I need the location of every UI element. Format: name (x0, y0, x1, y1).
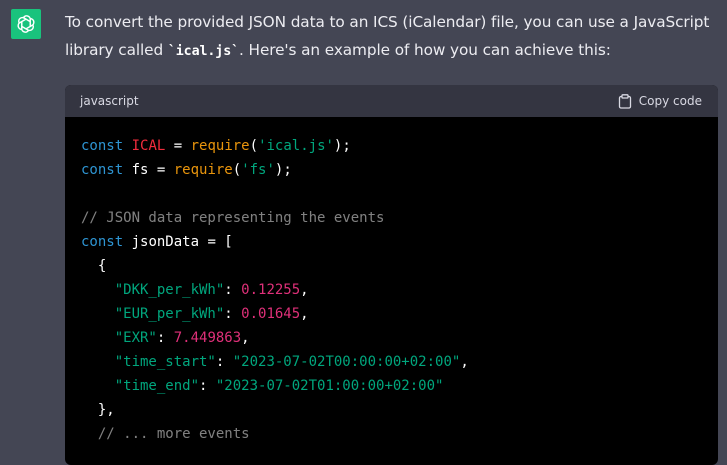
code-token: ICAL (131, 138, 166, 154)
code-token: }, (81, 402, 115, 418)
copy-code-label: Copy code (638, 94, 702, 108)
code-line: { (81, 254, 702, 278)
code-language-label: javascript (80, 94, 139, 108)
code-line: "EXR": 7.449863, (81, 326, 702, 350)
code-line: const fs = require('fs'); (81, 158, 702, 182)
code-line: "time_start": "2023-07-02T00:00:00+02:00… (81, 350, 702, 374)
code-line: const ICAL = require('ical.js'); (81, 134, 702, 158)
code-token: : (224, 282, 242, 298)
code-token: , (300, 282, 309, 298)
code-token: 0.01645 (241, 306, 301, 322)
code-token: ( (249, 138, 259, 154)
code-token: require (173, 162, 233, 178)
code-line: const jsonData = [ (81, 230, 702, 254)
assistant-message-text: To convert the provided JSON data to an … (65, 8, 720, 66)
code-token: "DKK_per_kWh" (114, 282, 225, 298)
code-token: : (199, 378, 216, 394)
code-token: 'ical.js' (258, 138, 334, 154)
code-token: = (165, 138, 191, 154)
code-token: : (156, 330, 174, 346)
code-token: , (300, 306, 309, 322)
code-line: "time_end": "2023-07-02T01:00:00+02:00" (81, 374, 702, 398)
code-token: ); (274, 162, 292, 178)
code-token: jsonData = [ (123, 234, 233, 250)
code-token: , (241, 330, 250, 346)
code-token: "2023-07-02T00:00:00+02:00" (232, 354, 461, 370)
code-token: : (224, 306, 242, 322)
copy-code-button[interactable]: Copy code (618, 93, 702, 109)
code-token: // JSON data representing the events (81, 210, 385, 226)
code-token: // ... more events (97, 426, 250, 442)
code-token: "time_end" (114, 378, 200, 394)
intro-text-after: . Here's an example of how you can achie… (239, 41, 611, 59)
code-token: const (81, 138, 124, 154)
code-line: "DKK_per_kWh": 0.12255, (81, 278, 702, 302)
code-token: require (190, 138, 250, 154)
code-token: { (81, 258, 107, 274)
code-line: "EUR_per_kWh": 0.01645, (81, 302, 702, 326)
code-line: }, (81, 398, 702, 422)
code-token: , (460, 354, 469, 370)
code-block: javascript Copy code const ICAL = requir… (65, 85, 718, 465)
clipboard-icon (618, 93, 631, 109)
inline-code-library: `ical.js` (167, 44, 240, 59)
code-token: 'fs' (241, 162, 275, 178)
code-content[interactable]: const ICAL = require('ical.js'); const fs… (65, 117, 718, 463)
code-token: ( (232, 162, 242, 178)
code-block-header: javascript Copy code (65, 85, 718, 117)
code-token: 7.449863 (173, 330, 242, 346)
code-token: const (81, 234, 124, 250)
code-token: "EXR" (114, 330, 157, 346)
code-token: "EUR_per_kWh" (114, 306, 225, 322)
code-token: "time_start" (114, 354, 216, 370)
code-token: const (81, 162, 124, 178)
code-token: 0.12255 (241, 282, 301, 298)
code-line: // ... more events (81, 422, 702, 446)
openai-logo-icon (17, 15, 35, 33)
code-token: ); (333, 138, 351, 154)
assistant-avatar (11, 9, 41, 39)
code-token: fs = (123, 162, 174, 178)
code-token: : (215, 354, 233, 370)
code-token: "2023-07-02T01:00:00+02:00" (215, 378, 444, 394)
code-line: // JSON data representing the events (81, 206, 702, 230)
